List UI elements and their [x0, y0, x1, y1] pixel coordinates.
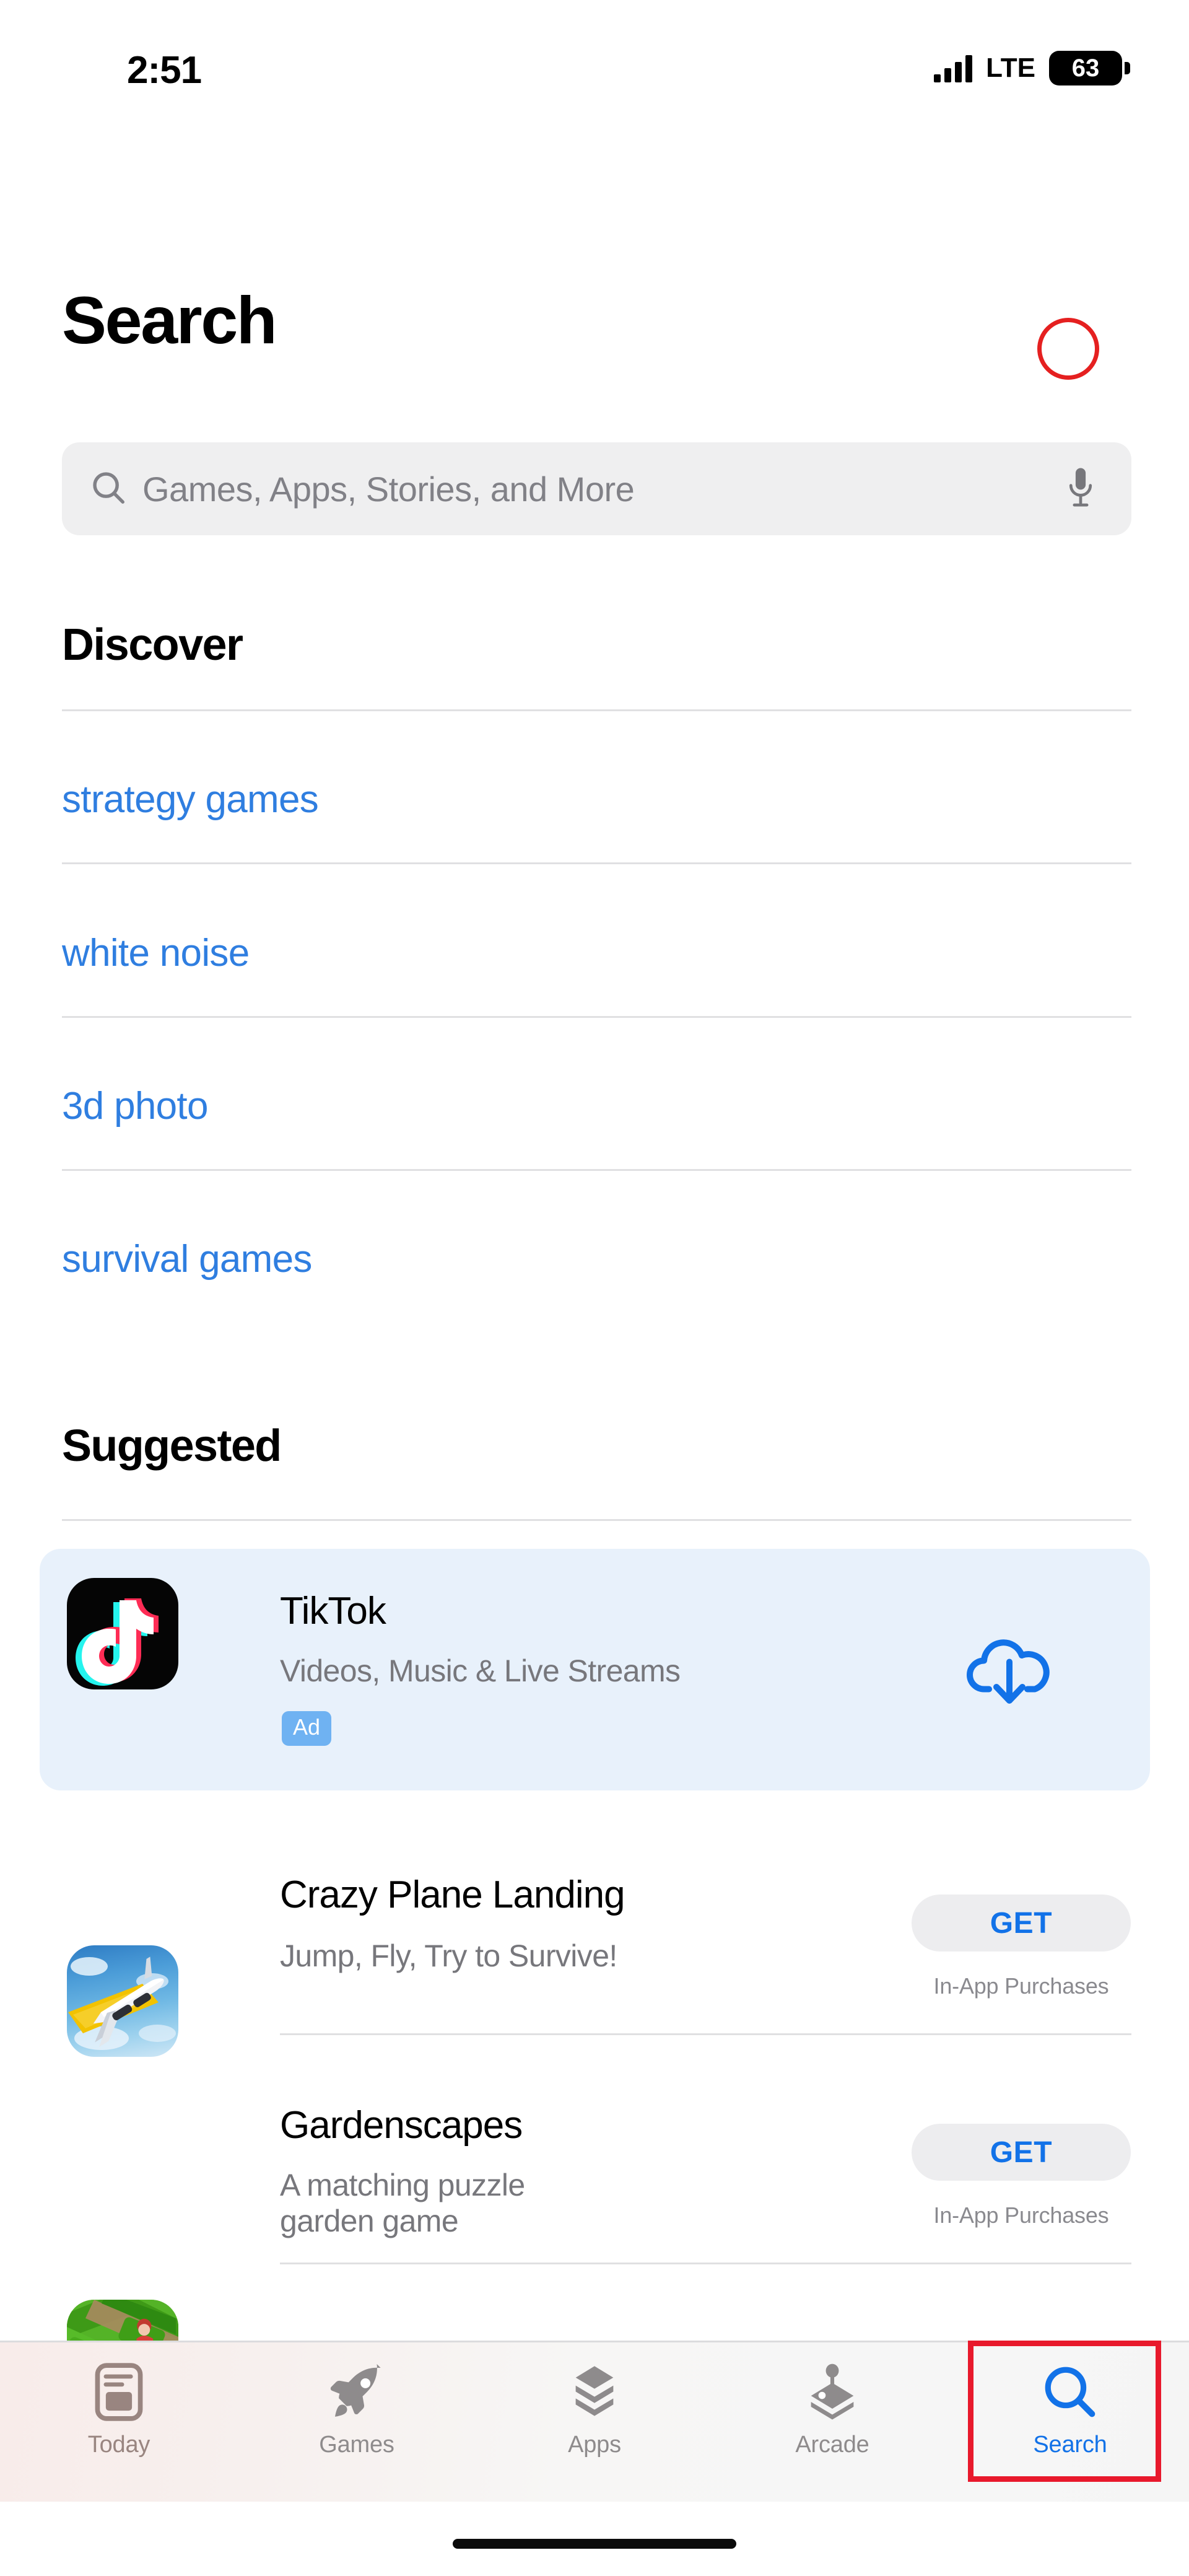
section-title-discover: Discover [62, 620, 243, 670]
search-input-placeholder[interactable]: Games, Apps, Stories, and More [142, 469, 1063, 509]
status-bar: 2:51 LTE 63 [0, 0, 1189, 105]
tab-label: Games [319, 2432, 394, 2458]
tab-label: Today [87, 2432, 150, 2458]
tab-apps[interactable]: Apps [476, 2342, 713, 2502]
tab-bar: Today Games Apps Arcade Search [0, 2341, 1189, 2502]
divider [62, 1169, 1131, 1171]
discover-item-strategy-games[interactable]: strategy games [62, 781, 319, 819]
tab-games[interactable]: Games [238, 2342, 476, 2502]
tab-label: Apps [568, 2432, 621, 2458]
search-field[interactable]: Games, Apps, Stories, and More [62, 442, 1131, 535]
network-type-label: LTE [986, 53, 1035, 83]
app-subtitle-line2: garden game [280, 2204, 459, 2238]
app-subtitle: Videos, Music & Live Streams [280, 1654, 681, 1688]
tiktok-app-icon [67, 1578, 178, 1689]
divider [280, 2033, 1131, 2035]
tab-label: Arcade [795, 2432, 869, 2458]
search-icon [89, 468, 128, 510]
cellular-signal-icon [934, 54, 973, 82]
status-bar-clock: 2:51 [127, 49, 202, 92]
stacked-layers-icon [566, 2362, 623, 2422]
home-indicator [453, 2539, 736, 2549]
app-store-search-screen: 2:51 LTE 63 Search Games, Apps, Stories,… [0, 0, 1189, 2576]
discover-item-survival-games[interactable]: survival games [62, 1240, 312, 1279]
app-subtitle-line1: A matching puzzle [280, 2168, 525, 2202]
crazy-plane-landing-app-icon [67, 1945, 178, 2057]
discover-item-3d-photo[interactable]: 3d photo [62, 1087, 208, 1126]
in-app-purchases-note: In-App Purchases [933, 2202, 1109, 2228]
app-name: TikTok [280, 1590, 386, 1632]
get-button[interactable]: GET [912, 2124, 1131, 2181]
tab-label: Search [1033, 2432, 1107, 2458]
microphone-icon[interactable] [1063, 465, 1098, 513]
divider [62, 709, 1131, 711]
joystick-icon [804, 2362, 861, 2422]
app-subtitle: Jump, Fly, Try to Survive! [280, 1939, 617, 1973]
discover-item-white-noise[interactable]: white noise [62, 934, 250, 973]
tab-today[interactable]: Today [0, 2342, 238, 2502]
tab-arcade[interactable]: Arcade [713, 2342, 951, 2502]
app-name: Gardenscapes [280, 2104, 523, 2147]
get-button[interactable]: GET [912, 1895, 1131, 1952]
ad-badge: Ad [282, 1711, 332, 1746]
search-icon [1042, 2362, 1099, 2422]
tab-search[interactable]: Search [951, 2342, 1189, 2502]
in-app-purchases-note: In-App Purchases [933, 1973, 1109, 1999]
divider [62, 1016, 1131, 1018]
divider [62, 862, 1131, 864]
section-title-suggested: Suggested [62, 1421, 282, 1471]
battery-percent-label: 63 [1071, 55, 1100, 82]
page-title: Search [62, 283, 277, 357]
divider [62, 1519, 1131, 1521]
status-bar-indicators: LTE 63 [934, 51, 1130, 85]
app-name: Crazy Plane Landing [280, 1873, 625, 1916]
divider [280, 2263, 1131, 2264]
today-newspaper-icon [93, 2362, 145, 2422]
annotation-circle-avatar [1037, 318, 1099, 380]
rocket-icon [328, 2362, 385, 2422]
battery-icon: 63 [1049, 51, 1130, 85]
cloud-download-icon[interactable] [963, 1626, 1056, 1716]
